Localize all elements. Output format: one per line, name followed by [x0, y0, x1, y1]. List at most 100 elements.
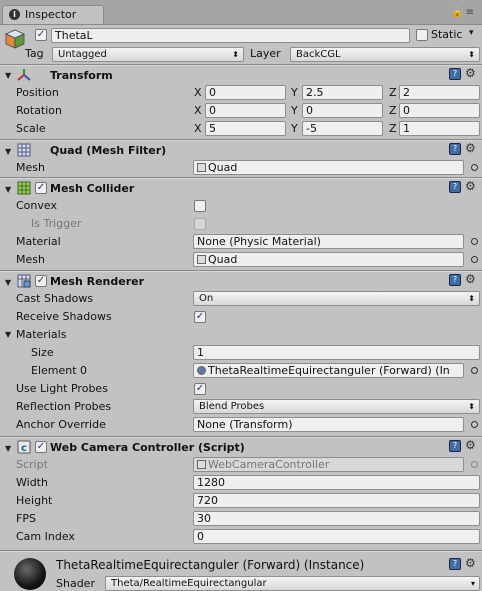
reflection-probes-dropdown[interactable]: Blend Probes ⬍ [193, 399, 480, 414]
cam-index-field[interactable]: 0 [193, 529, 480, 544]
static-checkbox[interactable] [416, 29, 428, 41]
scale-x-field[interactable]: 5 [205, 121, 286, 136]
help-icon[interactable]: ? [449, 143, 461, 155]
gear-icon[interactable]: ⚙ [465, 272, 476, 286]
mesh-renderer-icon [17, 274, 31, 288]
cam-index-label: Cam Index [16, 530, 75, 543]
gear-icon[interactable]: ⚙ [465, 438, 476, 452]
element0-label: Element 0 [31, 364, 88, 377]
script-label: Script [16, 458, 48, 471]
anchor-override-label: Anchor Override [16, 418, 106, 431]
object-picker-icon[interactable] [471, 238, 478, 245]
fold-icon[interactable]: ▼ [5, 444, 11, 453]
axis-y-label: Y [291, 104, 298, 117]
help-icon[interactable]: ? [449, 181, 461, 193]
object-name-field[interactable]: ThetaL [51, 28, 410, 43]
mesh-filter-icon [17, 143, 31, 157]
axis-x-label: X [194, 86, 202, 99]
cast-shadows-value: On [199, 293, 214, 304]
receive-shadows-checkbox[interactable]: ✓ [194, 311, 206, 323]
static-dropdown-icon[interactable]: ▾ [469, 28, 474, 38]
mesh-collider-enabled-checkbox[interactable]: ✓ [35, 182, 47, 194]
element0-field[interactable]: ThetaRealtimeEquirectanguler (Forward) (… [193, 363, 464, 378]
materials-label[interactable]: Materials [16, 328, 66, 341]
rotation-y-field[interactable]: 0 [302, 103, 383, 118]
fold-icon[interactable]: ▼ [5, 185, 11, 194]
object-picker-icon[interactable] [471, 164, 478, 171]
axis-y-label: Y [291, 122, 298, 135]
object-picker-icon[interactable] [471, 421, 478, 428]
receive-shadows-label: Receive Shadows [16, 310, 112, 323]
web-camera-enabled-checkbox[interactable]: ✓ [35, 441, 47, 453]
position-label: Position [16, 86, 59, 99]
scale-y-field[interactable]: -5 [302, 121, 383, 136]
info-icon: i [9, 9, 20, 20]
gear-icon[interactable]: ⚙ [465, 141, 476, 155]
tab-inspector[interactable]: i Inspector [2, 5, 104, 24]
position-z-field[interactable]: 2 [399, 85, 480, 100]
gear-icon[interactable]: ⚙ [465, 66, 476, 80]
object-picker-icon [471, 461, 478, 468]
mesh-renderer-title[interactable]: Mesh Renderer [50, 275, 144, 288]
updown-icon: ⬍ [232, 50, 239, 59]
transform-axes-icon [16, 67, 32, 83]
scale-z-field[interactable]: 1 [399, 121, 480, 136]
object-picker-icon[interactable] [471, 256, 478, 263]
fps-field[interactable]: 30 [193, 511, 480, 526]
tag-dropdown[interactable]: Untagged ⬍ [52, 47, 244, 62]
transform-title[interactable]: Transform [50, 69, 113, 82]
collider-mesh-field[interactable]: Quad [193, 252, 464, 267]
position-x-field[interactable]: 0 [205, 85, 286, 100]
mesh-renderer-enabled-checkbox[interactable]: ✓ [35, 275, 47, 287]
fold-icon[interactable]: ▼ [5, 278, 11, 287]
help-icon[interactable]: ? [449, 440, 461, 452]
shader-dropdown[interactable]: Theta/RealtimeEquirectangular ▾ [105, 576, 480, 591]
divider [0, 551, 482, 552]
fps-label: FPS [16, 512, 36, 525]
height-field[interactable]: 720 [193, 493, 480, 508]
object-picker-icon[interactable] [471, 367, 478, 374]
fold-icon[interactable]: ▼ [5, 71, 11, 80]
width-label: Width [16, 476, 48, 489]
divider [0, 140, 482, 141]
axis-x-label: X [194, 104, 202, 117]
mesh-filter-title[interactable]: Quad (Mesh Filter) [50, 144, 166, 157]
help-icon[interactable]: ? [449, 68, 461, 80]
help-icon[interactable]: ? [449, 558, 461, 570]
mesh-object-field[interactable]: Quad [193, 160, 464, 175]
dropdown-icon: ▾ [470, 579, 475, 588]
gear-icon[interactable]: ⚙ [465, 556, 476, 570]
axis-x-label: X [194, 122, 202, 135]
script-value: WebCameraController [208, 458, 330, 471]
tab-tools[interactable]: 🔒≡ [451, 7, 476, 18]
web-camera-title[interactable]: Web Camera Controller (Script) [50, 441, 245, 454]
active-checkbox[interactable]: ✓ [35, 29, 47, 41]
divider [0, 437, 482, 438]
gear-icon[interactable]: ⚙ [465, 179, 476, 193]
help-icon[interactable]: ? [449, 274, 461, 286]
lock-icon[interactable]: 🔒 [451, 7, 465, 18]
light-probes-label: Use Light Probes [16, 382, 108, 395]
cast-shadows-label: Cast Shadows [16, 292, 94, 305]
anchor-override-field[interactable]: None (Transform) [193, 417, 464, 432]
physic-material-field[interactable]: None (Physic Material) [193, 234, 464, 249]
cast-shadows-dropdown[interactable]: On ⬍ [193, 291, 480, 306]
updown-icon: ⬍ [468, 402, 475, 411]
rotation-label: Rotation [16, 104, 63, 117]
convex-checkbox[interactable] [194, 200, 206, 212]
fold-icon[interactable]: ▼ [5, 147, 11, 156]
menu-icon[interactable]: ≡ [466, 7, 476, 18]
script-field: WebCameraController [193, 457, 464, 472]
material-title: ThetaRealtimeEquirectanguler (Forward) (… [56, 558, 365, 572]
shader-label: Shader [56, 577, 95, 590]
materials-fold-icon[interactable]: ▼ [5, 330, 11, 339]
width-field[interactable]: 1280 [193, 475, 480, 490]
materials-size-field[interactable]: 1 [193, 345, 480, 360]
position-y-field[interactable]: 2.5 [302, 85, 383, 100]
mesh-label: Mesh [16, 161, 45, 174]
mesh-collider-title[interactable]: Mesh Collider [50, 182, 134, 195]
light-probes-checkbox[interactable]: ✓ [194, 383, 206, 395]
layer-dropdown[interactable]: BackCGL ⬍ [290, 47, 480, 62]
rotation-x-field[interactable]: 0 [205, 103, 286, 118]
rotation-z-field[interactable]: 0 [399, 103, 480, 118]
